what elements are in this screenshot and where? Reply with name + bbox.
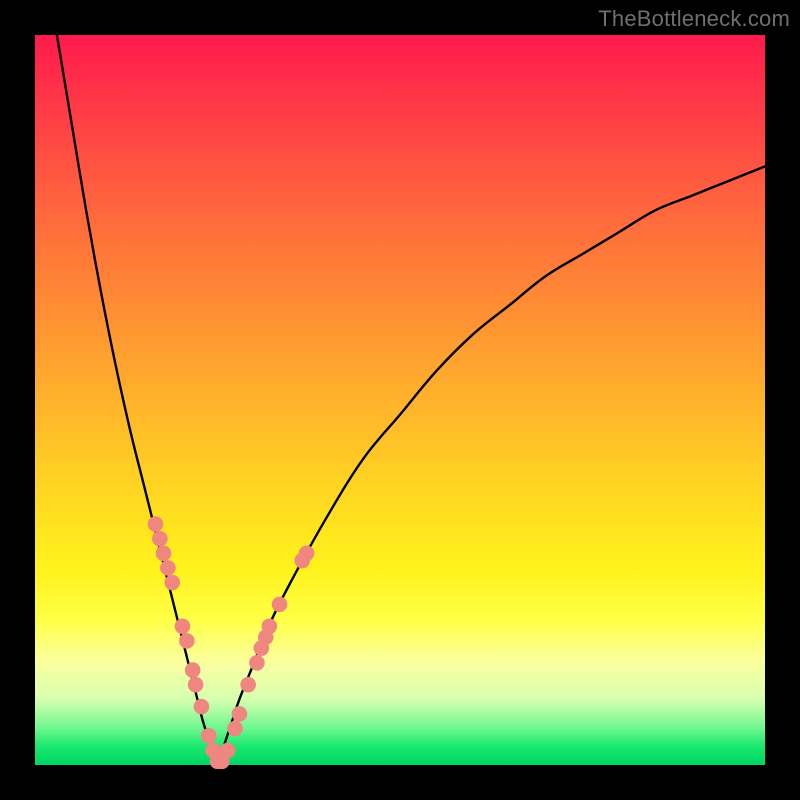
data-marker xyxy=(249,655,265,671)
data-marker xyxy=(175,619,191,635)
data-marker xyxy=(156,546,172,562)
data-marker xyxy=(240,677,256,693)
chart-svg xyxy=(35,35,765,765)
data-marker xyxy=(188,677,204,693)
marker-group xyxy=(148,516,315,769)
data-marker xyxy=(194,699,210,715)
data-marker xyxy=(272,597,288,613)
data-marker xyxy=(164,575,180,591)
data-marker xyxy=(160,560,176,576)
chart-frame: TheBottleneck.com xyxy=(0,0,800,800)
data-marker xyxy=(152,531,168,547)
plot-area xyxy=(35,35,765,765)
data-marker xyxy=(179,633,195,649)
data-marker xyxy=(232,706,248,722)
data-marker xyxy=(299,546,315,562)
data-marker xyxy=(220,743,236,759)
data-marker xyxy=(262,619,278,635)
data-marker xyxy=(201,728,217,744)
watermark-text: TheBottleneck.com xyxy=(598,6,790,32)
data-marker xyxy=(227,721,243,737)
curve-left-branch xyxy=(57,35,218,765)
curve-right-branch xyxy=(218,166,766,765)
data-marker xyxy=(148,516,164,532)
data-marker xyxy=(185,662,201,678)
